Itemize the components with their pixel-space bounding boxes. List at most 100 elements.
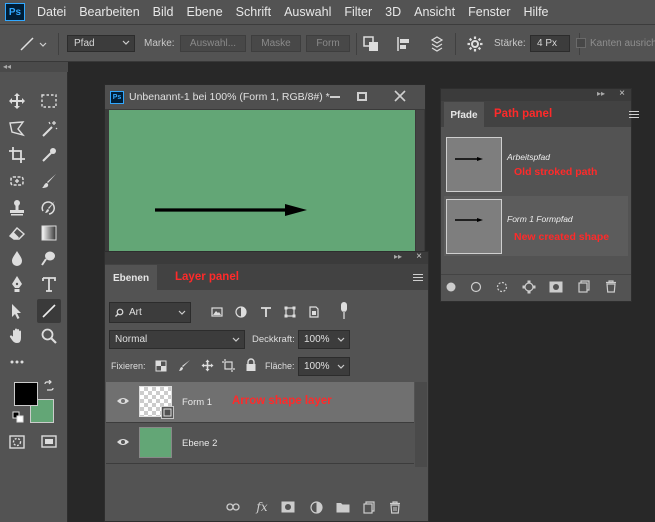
menu-auswahl[interactable]: Auswahl: [284, 5, 331, 19]
minimize-icon[interactable]: [330, 96, 340, 98]
filter-pixel-icon[interactable]: [211, 306, 223, 318]
new-adjustment-layer-icon[interactable]: [308, 499, 324, 515]
toolbar-collapse-handle[interactable]: ◂◂: [0, 62, 68, 72]
screen-mode-button[interactable]: [37, 430, 61, 454]
eraser-tool[interactable]: [5, 221, 29, 245]
maximize-icon[interactable]: [357, 92, 367, 101]
fill-input[interactable]: 100%: [298, 357, 350, 376]
filter-smart-object-icon[interactable]: [308, 306, 320, 318]
collapse-panel-icon[interactable]: ▸▸: [597, 89, 605, 98]
eye-icon[interactable]: [116, 396, 130, 406]
edit-toolbar-button[interactable]: [5, 350, 29, 374]
path-row-form1-formpfad[interactable]: Form 1 Formpfad New created shape: [444, 196, 628, 256]
new-path-icon[interactable]: [578, 280, 590, 293]
line-tool-preset-icon[interactable]: [18, 35, 36, 53]
menu-hilfe[interactable]: Hilfe: [524, 5, 549, 19]
menu-bild[interactable]: Bild: [153, 5, 174, 19]
chevron-down-icon[interactable]: [38, 35, 48, 53]
new-layer-icon[interactable]: [361, 499, 377, 515]
path-arrangement-icon[interactable]: [428, 35, 446, 53]
pen-tool[interactable]: [5, 272, 29, 296]
panel-dock-bar[interactable]: ▸▸ ×: [105, 251, 428, 264]
stroke-path-icon[interactable]: [470, 281, 482, 293]
menu-fenster[interactable]: Fenster: [468, 5, 510, 19]
document-titlebar[interactable]: Ps Unbenannt-1 bei 100% (Form 1, RGB/8#)…: [105, 85, 425, 109]
close-panel-icon[interactable]: ×: [619, 88, 625, 99]
dodge-tool[interactable]: [37, 246, 61, 270]
menu-bearbeiten[interactable]: Bearbeiten: [79, 5, 139, 19]
quick-mask-button[interactable]: [5, 430, 29, 454]
swap-colors-icon[interactable]: [43, 380, 55, 392]
foreground-color-swatch[interactable]: [14, 382, 38, 406]
layer-row-ebene2[interactable]: Ebene 2: [106, 423, 414, 463]
add-mask-icon[interactable]: [280, 499, 296, 515]
hand-tool[interactable]: [5, 324, 29, 348]
layer-row-form1[interactable]: Form 1 Arrow shape layer: [106, 382, 414, 422]
close-icon[interactable]: [394, 90, 406, 102]
filter-type-icon[interactable]: [260, 306, 272, 318]
zoom-tool[interactable]: [37, 324, 61, 348]
stroke-weight-input[interactable]: 4 Px: [530, 35, 570, 52]
blend-mode-select[interactable]: Normal: [109, 330, 245, 349]
make-selection-button[interactable]: Auswahl...: [180, 35, 246, 52]
filter-shape-icon[interactable]: [284, 306, 296, 318]
trash-icon[interactable]: [387, 499, 403, 515]
opacity-input[interactable]: 100%: [298, 330, 350, 349]
panel-dock-bar[interactable]: ▸▸ ×: [441, 88, 631, 101]
lasso-tool[interactable]: [5, 117, 29, 141]
path-operations-icon[interactable]: [362, 35, 380, 53]
layer-style-fx-icon[interactable]: fx: [254, 499, 270, 515]
tab-layers[interactable]: Ebenen: [105, 265, 157, 291]
line-tool[interactable]: [37, 299, 61, 323]
magic-wand-tool[interactable]: [37, 117, 61, 141]
menu-3d[interactable]: 3D: [385, 5, 401, 19]
lock-position-icon[interactable]: [201, 359, 214, 372]
fill-path-icon[interactable]: [445, 281, 457, 293]
layer-filter-select[interactable]: Art: [109, 302, 191, 323]
load-path-as-selection-icon[interactable]: [496, 281, 508, 293]
gradient-tool[interactable]: [37, 221, 61, 245]
make-mask-button[interactable]: Maske: [251, 35, 301, 52]
eye-icon[interactable]: [116, 437, 130, 447]
blur-tool[interactable]: [5, 246, 29, 270]
lock-artboard-icon[interactable]: [222, 359, 235, 372]
collapse-panel-icon[interactable]: ▸▸: [394, 252, 402, 261]
marquee-tool[interactable]: [37, 89, 61, 113]
path-selection-tool[interactable]: [5, 299, 29, 323]
move-tool[interactable]: [5, 89, 29, 113]
lock-transparent-pixels-icon[interactable]: [155, 360, 167, 372]
tool-mode-select[interactable]: Pfad: [67, 35, 135, 52]
lock-all-icon[interactable]: [245, 358, 257, 372]
photoshop-logo-icon[interactable]: Ps: [5, 3, 25, 21]
history-brush-tool[interactable]: [37, 196, 61, 220]
lock-image-pixels-icon[interactable]: [178, 359, 191, 372]
arrow-shape[interactable]: [109, 110, 415, 260]
path-alignment-icon[interactable]: [395, 35, 413, 53]
default-colors-icon[interactable]: [12, 411, 24, 423]
type-tool[interactable]: [37, 272, 61, 296]
make-shape-button[interactable]: Form: [306, 35, 350, 52]
filter-adjustment-icon[interactable]: [235, 306, 247, 318]
menu-ansicht[interactable]: Ansicht: [414, 5, 455, 19]
close-panel-icon[interactable]: ×: [416, 251, 422, 262]
menu-ebene[interactable]: Ebene: [187, 5, 223, 19]
gear-icon[interactable]: [466, 35, 484, 53]
layers-scrollbar[interactable]: [415, 382, 427, 467]
align-edges-checkbox[interactable]: [576, 38, 586, 48]
tab-paths[interactable]: Pfade: [444, 102, 484, 128]
add-mask-icon[interactable]: [549, 281, 563, 293]
spot-healing-tool[interactable]: [5, 169, 29, 193]
path-row-arbeitspfad[interactable]: Arbeitspfad Old stroked path: [444, 134, 628, 194]
panel-menu-icon[interactable]: [413, 274, 423, 282]
panel-menu-icon[interactable]: [629, 111, 639, 119]
new-group-folder-icon[interactable]: [335, 499, 351, 515]
document-canvas[interactable]: [109, 110, 415, 260]
vertical-scrollbar[interactable]: [416, 110, 424, 260]
menu-filter[interactable]: Filter: [344, 5, 372, 19]
trash-icon[interactable]: [605, 280, 617, 293]
clone-stamp-tool[interactable]: [5, 196, 29, 220]
menu-schrift[interactable]: Schrift: [236, 5, 271, 19]
eyedropper-tool[interactable]: [37, 143, 61, 167]
brush-tool[interactable]: [37, 169, 61, 193]
make-work-path-icon[interactable]: [522, 280, 536, 294]
